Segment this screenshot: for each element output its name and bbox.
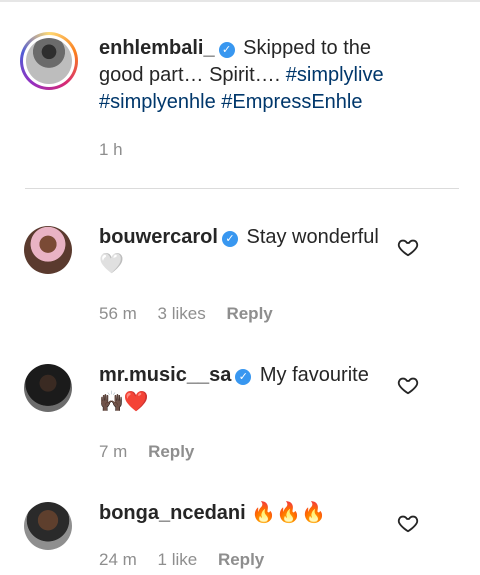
like-heart-icon[interactable] bbox=[397, 236, 419, 258]
verified-badge-icon: ✓ bbox=[235, 369, 252, 385]
reply-button[interactable]: Reply bbox=[148, 442, 194, 461]
comment-username[interactable]: bouwercarol bbox=[99, 226, 218, 248]
caption-divider bbox=[25, 188, 459, 189]
verified-badge-icon: ✓ bbox=[218, 42, 235, 58]
reply-button[interactable]: Reply bbox=[226, 304, 272, 323]
avatar-image bbox=[26, 38, 72, 84]
comment-time: 7 m bbox=[99, 442, 128, 461]
avatar[interactable] bbox=[24, 226, 72, 274]
comment-likes[interactable]: 1 like bbox=[158, 550, 198, 569]
caption-timestamp: 1 h bbox=[99, 140, 123, 159]
like-heart-icon[interactable] bbox=[397, 512, 419, 534]
comment-likes[interactable]: 3 likes bbox=[158, 304, 206, 323]
caption-author-avatar[interactable] bbox=[20, 32, 78, 90]
post-caption: enhlembali_ ✓ Skipped to the good part… S… bbox=[0, 0, 480, 190]
reply-button[interactable]: Reply bbox=[218, 550, 264, 569]
comment-text: bouwercarol ✓ Stay wonderful 🤍 bbox=[99, 224, 389, 278]
comment-text: mr.music__sa ✓ My favourite 🙌🏿❤️ bbox=[99, 362, 389, 416]
hashtag-link[interactable]: #EmpressEnhle bbox=[221, 91, 362, 113]
comment-meta: 56 m 3 likes Reply bbox=[99, 304, 289, 324]
avatar[interactable] bbox=[24, 364, 72, 412]
avatar[interactable] bbox=[24, 502, 72, 550]
comment-text: bonga_ncedani 🔥🔥🔥 bbox=[99, 500, 389, 527]
like-heart-icon[interactable] bbox=[397, 374, 419, 396]
comment-username[interactable]: mr.music__sa bbox=[99, 364, 231, 386]
hashtag-link[interactable]: #simplyenhle bbox=[99, 91, 216, 113]
hashtag-link[interactable]: #simplylive bbox=[286, 64, 384, 86]
comment-time: 56 m bbox=[99, 304, 137, 323]
comment-time: 24 m bbox=[99, 550, 137, 569]
verified-badge-icon: ✓ bbox=[221, 231, 238, 247]
caption-username[interactable]: enhlembali_ bbox=[99, 37, 215, 59]
comment-meta: 24 m 1 like Reply bbox=[99, 550, 280, 570]
comment-username[interactable]: bonga_ncedani bbox=[99, 502, 246, 524]
caption-text-block: enhlembali_ ✓ Skipped to the good part… S… bbox=[99, 35, 399, 116]
comment-body: 🔥🔥🔥 bbox=[251, 502, 326, 524]
comment-meta: 7 m Reply bbox=[99, 442, 210, 462]
